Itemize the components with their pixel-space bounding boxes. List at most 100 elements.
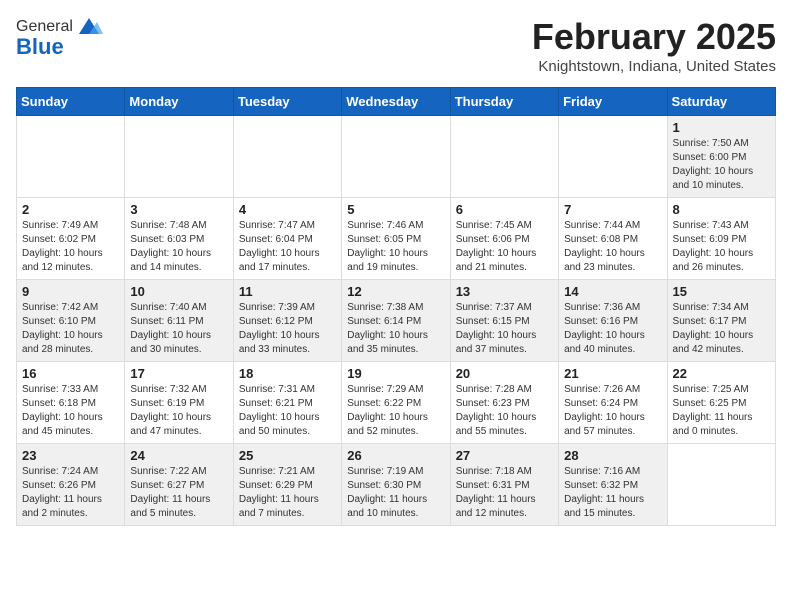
day-info: Sunrise: 7:19 AM Sunset: 6:30 PM Dayligh… bbox=[347, 465, 444, 521]
day-number: 17 bbox=[130, 366, 227, 381]
day-number: 15 bbox=[673, 284, 770, 299]
day-info: Sunrise: 7:48 AM Sunset: 6:03 PM Dayligh… bbox=[130, 219, 227, 275]
calendar-cell: 28 Sunrise: 7:16 AM Sunset: 6:32 PM Dayli… bbox=[559, 444, 667, 526]
day-number: 5 bbox=[347, 202, 444, 217]
day-info: Sunrise: 7:36 AM Sunset: 6:16 PM Dayligh… bbox=[564, 301, 661, 357]
weekday-header-sunday: Sunday bbox=[17, 88, 125, 116]
page-header: General Blue February 2025 Knightstown, … bbox=[16, 16, 776, 75]
day-number: 9 bbox=[22, 284, 119, 299]
calendar-cell bbox=[233, 116, 341, 198]
day-number: 6 bbox=[456, 202, 553, 217]
day-number: 22 bbox=[673, 366, 770, 381]
week-row-5: 23 Sunrise: 7:24 AM Sunset: 6:26 PM Dayli… bbox=[17, 444, 776, 526]
day-number: 8 bbox=[673, 202, 770, 217]
calendar-cell: 9Sunrise: 7:42 AM Sunset: 6:10 PM Daylig… bbox=[17, 280, 125, 362]
day-number: 23 bbox=[22, 448, 119, 463]
day-number: 26 bbox=[347, 448, 444, 463]
day-info: Sunrise: 7:18 AM Sunset: 6:31 PM Dayligh… bbox=[456, 465, 553, 521]
calendar-cell bbox=[125, 116, 233, 198]
day-number: 25 bbox=[239, 448, 336, 463]
day-number: 1 bbox=[673, 120, 770, 135]
day-info: Sunrise: 7:44 AM Sunset: 6:08 PM Dayligh… bbox=[564, 219, 661, 275]
calendar-table: SundayMondayTuesdayWednesdayThursdayFrid… bbox=[16, 87, 776, 526]
location: Knightstown, Indiana, United States bbox=[532, 58, 776, 75]
day-info: Sunrise: 7:39 AM Sunset: 6:12 PM Dayligh… bbox=[239, 301, 336, 357]
day-info: Sunrise: 7:34 AM Sunset: 6:17 PM Dayligh… bbox=[673, 301, 770, 357]
calendar-cell: 14 Sunrise: 7:36 AM Sunset: 6:16 PM Dayli… bbox=[559, 280, 667, 362]
weekday-header-thursday: Thursday bbox=[450, 88, 558, 116]
calendar-cell: 12Sunrise: 7:38 AM Sunset: 6:14 PM Dayli… bbox=[342, 280, 450, 362]
calendar-cell: 23 Sunrise: 7:24 AM Sunset: 6:26 PM Dayli… bbox=[17, 444, 125, 526]
calendar-cell: 8 Sunrise: 7:43 AM Sunset: 6:09 PM Daylig… bbox=[667, 198, 775, 280]
day-number: 27 bbox=[456, 448, 553, 463]
day-number: 24 bbox=[130, 448, 227, 463]
day-info: Sunrise: 7:24 AM Sunset: 6:26 PM Dayligh… bbox=[22, 465, 119, 521]
calendar-cell: 26 Sunrise: 7:19 AM Sunset: 6:30 PM Dayli… bbox=[342, 444, 450, 526]
calendar-cell: 18Sunrise: 7:31 AM Sunset: 6:21 PM Dayli… bbox=[233, 362, 341, 444]
calendar-cell bbox=[342, 116, 450, 198]
calendar-cell: 22 Sunrise: 7:25 AM Sunset: 6:25 PM Dayli… bbox=[667, 362, 775, 444]
day-number: 16 bbox=[22, 366, 119, 381]
weekday-header-tuesday: Tuesday bbox=[233, 88, 341, 116]
day-number: 11 bbox=[239, 284, 336, 299]
calendar-cell: 1 Sunrise: 7:50 AM Sunset: 6:00 PM Daylig… bbox=[667, 116, 775, 198]
day-info: Sunrise: 7:43 AM Sunset: 6:09 PM Dayligh… bbox=[673, 219, 770, 275]
calendar-cell: 3 Sunrise: 7:48 AM Sunset: 6:03 PM Daylig… bbox=[125, 198, 233, 280]
weekday-header-monday: Monday bbox=[125, 88, 233, 116]
day-number: 28 bbox=[564, 448, 661, 463]
calendar-cell: 19 Sunrise: 7:29 AM Sunset: 6:22 PM Dayli… bbox=[342, 362, 450, 444]
calendar-cell: 17 Sunrise: 7:32 AM Sunset: 6:19 PM Dayli… bbox=[125, 362, 233, 444]
day-info: Sunrise: 7:31 AM Sunset: 6:21 PM Dayligh… bbox=[239, 383, 336, 439]
day-info: Sunrise: 7:21 AM Sunset: 6:29 PM Dayligh… bbox=[239, 465, 336, 521]
day-info: Sunrise: 7:50 AM Sunset: 6:00 PM Dayligh… bbox=[673, 137, 770, 193]
weekday-header-row: SundayMondayTuesdayWednesdayThursdayFrid… bbox=[17, 88, 776, 116]
logo: General Blue bbox=[16, 16, 103, 60]
day-info: Sunrise: 7:49 AM Sunset: 6:02 PM Dayligh… bbox=[22, 219, 119, 275]
calendar-cell bbox=[17, 116, 125, 198]
day-info: Sunrise: 7:28 AM Sunset: 6:23 PM Dayligh… bbox=[456, 383, 553, 439]
calendar-cell: 11 Sunrise: 7:39 AM Sunset: 6:12 PM Dayli… bbox=[233, 280, 341, 362]
week-row-4: 16 Sunrise: 7:33 AM Sunset: 6:18 PM Dayli… bbox=[17, 362, 776, 444]
day-number: 4 bbox=[239, 202, 336, 217]
calendar-cell: 4 Sunrise: 7:47 AM Sunset: 6:04 PM Daylig… bbox=[233, 198, 341, 280]
day-info: Sunrise: 7:16 AM Sunset: 6:32 PM Dayligh… bbox=[564, 465, 661, 521]
day-info: Sunrise: 7:22 AM Sunset: 6:27 PM Dayligh… bbox=[130, 465, 227, 521]
day-info: Sunrise: 7:47 AM Sunset: 6:04 PM Dayligh… bbox=[239, 219, 336, 275]
day-number: 14 bbox=[564, 284, 661, 299]
day-number: 3 bbox=[130, 202, 227, 217]
calendar-cell: 7Sunrise: 7:44 AM Sunset: 6:08 PM Daylig… bbox=[559, 198, 667, 280]
day-number: 2 bbox=[22, 202, 119, 217]
calendar-cell bbox=[559, 116, 667, 198]
calendar-cell: 20Sunrise: 7:28 AM Sunset: 6:23 PM Dayli… bbox=[450, 362, 558, 444]
logo-icon bbox=[75, 16, 103, 38]
calendar-cell: 13 Sunrise: 7:37 AM Sunset: 6:15 PM Dayli… bbox=[450, 280, 558, 362]
day-number: 10 bbox=[130, 284, 227, 299]
calendar-cell: 2 Sunrise: 7:49 AM Sunset: 6:02 PM Daylig… bbox=[17, 198, 125, 280]
calendar-cell: 21Sunrise: 7:26 AM Sunset: 6:24 PM Dayli… bbox=[559, 362, 667, 444]
logo-blue-text: Blue bbox=[16, 34, 64, 60]
calendar-cell: 16 Sunrise: 7:33 AM Sunset: 6:18 PM Dayli… bbox=[17, 362, 125, 444]
day-info: Sunrise: 7:46 AM Sunset: 6:05 PM Dayligh… bbox=[347, 219, 444, 275]
calendar-cell: 6Sunrise: 7:45 AM Sunset: 6:06 PM Daylig… bbox=[450, 198, 558, 280]
calendar-cell bbox=[667, 444, 775, 526]
calendar-cell: 27 Sunrise: 7:18 AM Sunset: 6:31 PM Dayli… bbox=[450, 444, 558, 526]
calendar-cell: 25 Sunrise: 7:21 AM Sunset: 6:29 PM Dayli… bbox=[233, 444, 341, 526]
calendar-cell: 5 Sunrise: 7:46 AM Sunset: 6:05 PM Daylig… bbox=[342, 198, 450, 280]
month-title: February 2025 bbox=[532, 16, 776, 58]
calendar-cell: 24 Sunrise: 7:22 AM Sunset: 6:27 PM Dayli… bbox=[125, 444, 233, 526]
day-info: Sunrise: 7:25 AM Sunset: 6:25 PM Dayligh… bbox=[673, 383, 770, 439]
day-number: 13 bbox=[456, 284, 553, 299]
day-number: 19 bbox=[347, 366, 444, 381]
day-info: Sunrise: 7:33 AM Sunset: 6:18 PM Dayligh… bbox=[22, 383, 119, 439]
day-info: Sunrise: 7:29 AM Sunset: 6:22 PM Dayligh… bbox=[347, 383, 444, 439]
weekday-header-friday: Friday bbox=[559, 88, 667, 116]
calendar-cell bbox=[450, 116, 558, 198]
week-row-1: 1 Sunrise: 7:50 AM Sunset: 6:00 PM Daylig… bbox=[17, 116, 776, 198]
day-info: Sunrise: 7:37 AM Sunset: 6:15 PM Dayligh… bbox=[456, 301, 553, 357]
calendar-cell: 15 Sunrise: 7:34 AM Sunset: 6:17 PM Dayli… bbox=[667, 280, 775, 362]
day-info: Sunrise: 7:38 AM Sunset: 6:14 PM Dayligh… bbox=[347, 301, 444, 357]
day-info: Sunrise: 7:32 AM Sunset: 6:19 PM Dayligh… bbox=[130, 383, 227, 439]
calendar-cell: 10Sunrise: 7:40 AM Sunset: 6:11 PM Dayli… bbox=[125, 280, 233, 362]
day-info: Sunrise: 7:26 AM Sunset: 6:24 PM Dayligh… bbox=[564, 383, 661, 439]
week-row-2: 2 Sunrise: 7:49 AM Sunset: 6:02 PM Daylig… bbox=[17, 198, 776, 280]
